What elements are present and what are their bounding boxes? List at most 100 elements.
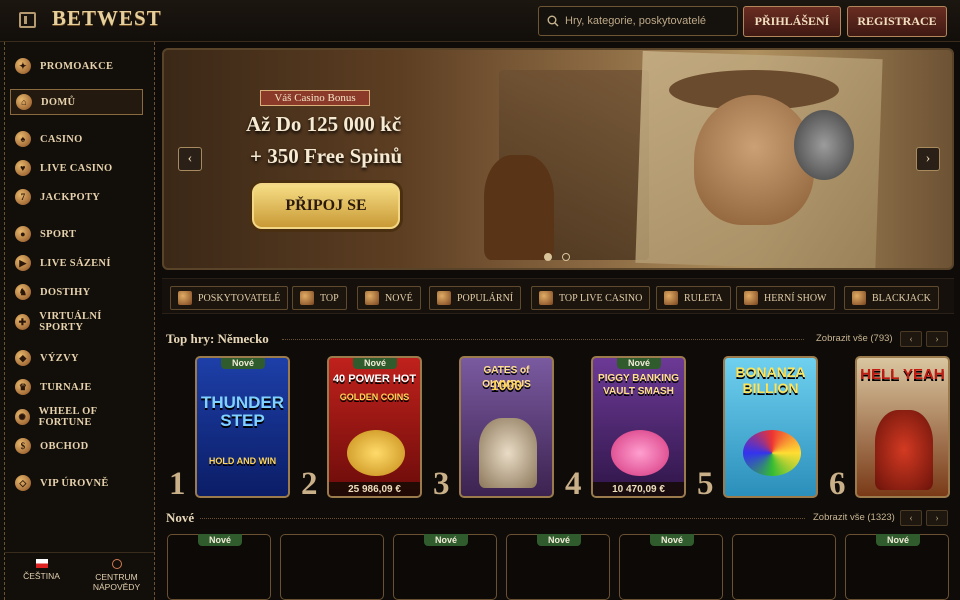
category-poskytovatele[interactable]: POSKYTOVATELÉ bbox=[170, 286, 289, 310]
help-center-link[interactable]: CENTRUM NÁPOVĚDY bbox=[79, 553, 154, 600]
category-label: RULETA bbox=[684, 292, 723, 304]
jackpot-amount: 10 470,09 € bbox=[593, 482, 684, 496]
search-box[interactable] bbox=[538, 6, 738, 36]
book-icon bbox=[178, 291, 192, 305]
new-game-card[interactable]: Nové bbox=[393, 534, 497, 600]
rank-number: 1 bbox=[169, 466, 186, 502]
sidebar-item-label: SPORT bbox=[40, 228, 77, 240]
category-herni-show[interactable]: HERNÍ SHOW bbox=[736, 286, 835, 310]
search-input[interactable] bbox=[565, 15, 725, 27]
sidebar-item-jackpoty[interactable]: 7 JACKPOTY bbox=[15, 185, 143, 209]
top-bar: BETWEST PŘIHLÁŠENÍ REGISTRACE bbox=[0, 0, 960, 42]
sidebar-item-promoakce[interactable]: ✦ PROMOAKCE bbox=[15, 54, 143, 78]
sidebar-item-label: LIVE SÁZENÍ bbox=[40, 257, 111, 269]
lightning-icon bbox=[365, 291, 379, 305]
new-badge: Nové bbox=[353, 358, 397, 369]
new-game-card[interactable]: Nové bbox=[167, 534, 271, 600]
home-icon: ⌂ bbox=[16, 94, 32, 110]
new-game-card[interactable]: Nové bbox=[845, 534, 949, 600]
sidebar-item-obchod[interactable]: $ OBCHOD bbox=[15, 434, 143, 458]
sidebar-item-sport[interactable]: ● SPORT bbox=[15, 222, 143, 246]
new-game-card[interactable]: Nové bbox=[506, 534, 610, 600]
bonus-amount: Až Do 125 000 kč bbox=[246, 112, 402, 136]
new-game-card[interactable] bbox=[280, 534, 384, 600]
game-card-hell-yeah[interactable]: HELL YEAH bbox=[855, 356, 950, 498]
sidebar-item-turnaje[interactable]: ♛ TURNAJE bbox=[15, 375, 143, 399]
sidebar-toggle-icon[interactable] bbox=[19, 12, 36, 28]
slide-dot-2[interactable] bbox=[562, 253, 570, 261]
game-card-thunder-step[interactable]: Nové THUNDER STEP HOLD AND WIN bbox=[195, 356, 290, 498]
sidebar-item-casino[interactable]: ♠ CASINO bbox=[15, 127, 143, 151]
promo-banner: Váš Casino Bonus Až Do 125 000 kč + 350 … bbox=[162, 48, 954, 270]
sidebar-item-live-sazeni[interactable]: ▶ LIVE SÁZENÍ bbox=[15, 251, 143, 275]
game-card-40-power-hot[interactable]: Nové 40 POWER HOT GOLDEN COINS 25 986,09… bbox=[327, 356, 422, 498]
language-selector[interactable]: ČEŠTINA bbox=[4, 553, 79, 600]
category-ruleta[interactable]: RULETA bbox=[656, 286, 731, 310]
joystick-icon: ✚ bbox=[15, 314, 31, 330]
game-card-gates-of-olympus[interactable]: GATES of OLYMPUS 1000 bbox=[459, 356, 554, 498]
rank-number: 3 bbox=[433, 466, 450, 502]
sidebar-item-live-casino[interactable]: ♥ LIVE CASINO bbox=[15, 156, 143, 180]
chevron-right-icon[interactable]: › bbox=[916, 147, 940, 171]
bonus-free-spins: + 350 Free Spinů bbox=[250, 144, 403, 168]
category-label: POPULÁRNÍ bbox=[457, 292, 514, 304]
category-blackjack[interactable]: BLACKJACK bbox=[844, 286, 939, 310]
help-label-line1: CENTRUM bbox=[95, 572, 138, 582]
sidebar-item-label: PROMOAKCE bbox=[40, 60, 114, 72]
sidebar-item-label: LIVE CASINO bbox=[40, 162, 113, 174]
join-button[interactable]: PŘIPOJ SE bbox=[252, 183, 400, 229]
category-top[interactable]: TOP bbox=[292, 286, 347, 310]
category-popularni[interactable]: POPULÁRNÍ bbox=[429, 286, 522, 310]
sidebar-item-vyzvy[interactable]: ◆ VÝZVY bbox=[15, 346, 143, 370]
new-badge: Nové bbox=[221, 358, 265, 369]
game-card-piggy-banking[interactable]: Nové PIGGY BANKING VAULT SMASH 10 470,09… bbox=[591, 356, 686, 498]
sidebar-item-domu[interactable]: ⌂ DOMŮ bbox=[10, 89, 143, 115]
sidebar-item-vip-urovne[interactable]: ◇ VIP ÚROVNĚ bbox=[15, 471, 143, 495]
new-games-prev-button[interactable]: ‹ bbox=[900, 510, 922, 526]
sidebar-item-wheel-of-fortune[interactable]: ✺ WHEEL OF FORTUNE bbox=[15, 405, 143, 429]
logo[interactable]: BETWEST bbox=[52, 6, 162, 31]
game-title: 40 POWER HOT bbox=[332, 373, 417, 385]
category-label: POSKYTOVATELÉ bbox=[198, 292, 281, 304]
gold-coins-pot-image bbox=[347, 430, 405, 476]
game-card-bonanza-billion[interactable]: BONANZA BILLION bbox=[723, 356, 818, 498]
sidebar-item-dostihy[interactable]: ♞ DOSTIHY bbox=[15, 280, 143, 304]
show-all-new-games[interactable]: Zobrazit vše (1323) bbox=[813, 512, 895, 523]
top-games-next-button[interactable]: › bbox=[926, 331, 948, 347]
category-top-live-casino[interactable]: TOP LIVE CASINO bbox=[531, 286, 651, 310]
login-button[interactable]: PŘIHLÁŠENÍ bbox=[743, 6, 841, 37]
zeus-image bbox=[479, 418, 537, 488]
cards-icon bbox=[852, 291, 866, 305]
top-games-prev-button[interactable]: ‹ bbox=[900, 331, 922, 347]
cards-icon: ♥ bbox=[15, 160, 31, 176]
trophy-icon: ♛ bbox=[15, 379, 31, 395]
sidebar-item-virtualni-sporty[interactable]: ✚ VIRTUÁLNÍ SPORTY bbox=[15, 310, 143, 334]
category-label: TOP LIVE CASINO bbox=[559, 292, 643, 304]
new-badge: Nové bbox=[876, 534, 920, 546]
game-title: THUNDER STEP bbox=[200, 393, 285, 430]
section-divider bbox=[200, 518, 805, 519]
category-nove[interactable]: NOVÉ bbox=[357, 286, 421, 310]
wheel-icon: ✺ bbox=[15, 409, 30, 425]
chevron-left-icon[interactable]: ‹ bbox=[178, 147, 202, 171]
slide-dot-1[interactable] bbox=[544, 253, 552, 261]
category-label: TOP bbox=[320, 292, 339, 304]
new-game-card[interactable]: Nové bbox=[619, 534, 723, 600]
language-label: ČEŠTINA bbox=[23, 571, 60, 581]
new-badge: Nové bbox=[617, 358, 661, 369]
game-title: BONANZA BILLION bbox=[735, 364, 806, 396]
rank-number: 6 bbox=[829, 466, 846, 502]
game-title: PIGGY BANKING bbox=[598, 373, 679, 384]
new-game-card[interactable] bbox=[732, 534, 836, 600]
category-bar: POSKYTOVATELÉ TOP NOVÉ POPULÁRNÍ TOP LIV… bbox=[162, 278, 954, 314]
roulette-icon bbox=[664, 291, 678, 305]
register-button[interactable]: REGISTRACE bbox=[847, 6, 947, 37]
microphone-icon bbox=[744, 291, 758, 305]
section-divider bbox=[282, 339, 804, 340]
show-all-top-games[interactable]: Zobrazit vše (793) bbox=[816, 333, 893, 344]
horse-icon: ♞ bbox=[15, 284, 31, 300]
new-badge: Nové bbox=[650, 534, 694, 546]
new-games-next-button[interactable]: › bbox=[926, 510, 948, 526]
candy-image bbox=[743, 430, 801, 476]
slot-777-icon: 7 bbox=[15, 189, 31, 205]
